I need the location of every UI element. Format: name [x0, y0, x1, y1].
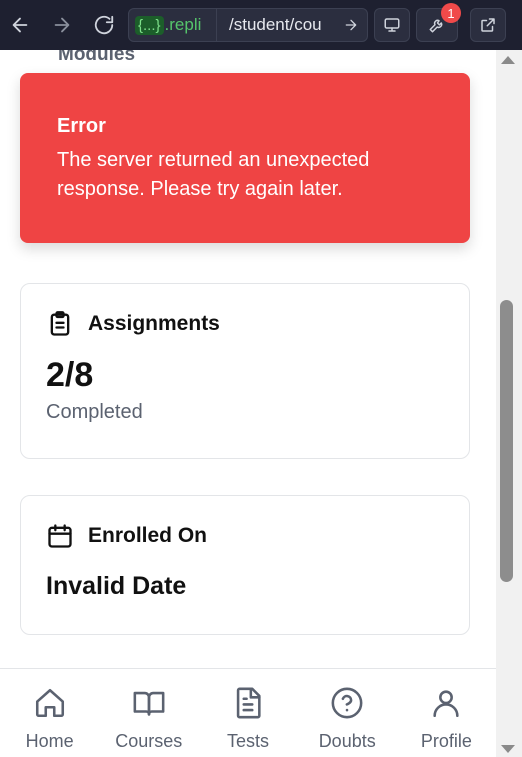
user-icon: [428, 685, 464, 721]
nav-item-courses[interactable]: Courses: [99, 669, 198, 757]
nav-label-doubts: Doubts: [318, 731, 376, 751]
assignments-title: Assignments: [88, 312, 220, 335]
bottom-navigation: Home Courses Tests Doubts Profile: [0, 668, 496, 757]
arrow-right-icon: [54, 17, 70, 33]
nav-label-profile: Profile: [420, 731, 472, 751]
section-heading: Modules: [58, 50, 136, 65]
document-icon: [230, 685, 266, 721]
nav-label-home: Home: [25, 731, 74, 751]
assignments-card-header: Assignments: [46, 310, 444, 338]
assignments-caption: Completed: [46, 401, 143, 423]
url-path: /student/cou: [217, 15, 367, 35]
url-host: {...} .repli: [129, 9, 217, 41]
error-alert: Error The server returned an unexpected …: [20, 73, 470, 243]
back-button[interactable]: [2, 7, 38, 43]
nav-item-doubts[interactable]: Doubts: [298, 669, 397, 757]
url-path-text: /student/cou: [229, 15, 322, 34]
main-content: Modules Error The server returned an une…: [0, 50, 496, 668]
address-bar[interactable]: {...} .repli /student/cou: [128, 8, 368, 42]
reload-button[interactable]: [86, 7, 122, 43]
nav-item-profile[interactable]: Profile: [397, 669, 496, 757]
home-icon: [32, 685, 68, 721]
enrollment-value: Invalid Date: [46, 572, 187, 600]
external-link-icon: [481, 18, 495, 32]
reload-icon: [94, 15, 114, 35]
scroll-up-arrow[interactable]: [501, 56, 515, 64]
notification-badge: 1: [441, 3, 461, 23]
open-external-button[interactable]: [470, 8, 506, 42]
arrow-left-icon: [12, 17, 28, 33]
scrollbar[interactable]: [496, 50, 522, 757]
nav-item-home[interactable]: Home: [0, 669, 99, 757]
url-host-text: .repli: [164, 15, 202, 34]
nav-label-tests: Tests: [227, 731, 270, 751]
forward-button[interactable]: [44, 7, 80, 43]
url-host-braces: {...}: [135, 15, 164, 35]
go-arrow-icon[interactable]: [343, 17, 359, 33]
calendar-icon: [46, 522, 74, 550]
scroll-down-arrow[interactable]: [501, 745, 515, 753]
question-icon: [329, 685, 365, 721]
devices-button[interactable]: [374, 8, 410, 42]
enrollment-card: Enrolled On Invalid Date: [20, 495, 470, 635]
browser-toolbar: {...} .repli /student/cou 1: [0, 0, 522, 50]
enrollment-title: Enrolled On: [88, 524, 208, 547]
monitor-icon: [384, 18, 400, 32]
book-icon: [131, 685, 167, 721]
tools-button[interactable]: 1: [416, 3, 461, 42]
enrollment-card-header: Enrolled On: [46, 522, 444, 550]
scroll-thumb[interactable]: [500, 300, 513, 582]
nav-label-courses: Courses: [115, 731, 183, 751]
error-title: Error: [57, 115, 106, 137]
assignments-card: Assignments 2/8 Completed: [20, 283, 470, 459]
nav-item-tests[interactable]: Tests: [198, 669, 297, 757]
clipboard-icon: [46, 310, 74, 338]
error-message: The server returned an unexpected respon…: [57, 149, 370, 200]
assignments-value: 2/8: [46, 356, 94, 394]
